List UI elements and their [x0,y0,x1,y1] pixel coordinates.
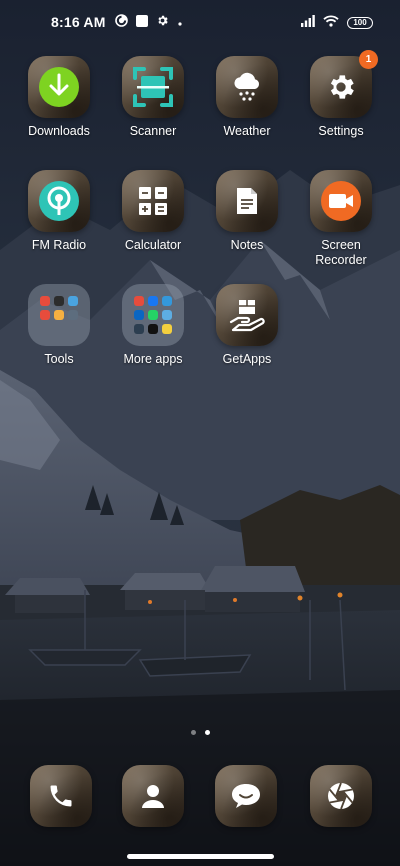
status-bar: 8:16 AM 100 [0,0,400,44]
app-label: Weather [223,124,271,138]
mini-app-icon [148,324,158,334]
radio-icon [37,179,81,223]
app-label: Settings [318,124,364,138]
page-dot-active[interactable] [204,730,210,735]
mini-app-icon [134,310,144,320]
dot-icon [177,14,183,32]
data-saver-icon [115,14,128,32]
wifi-icon [323,14,339,32]
gear-icon [325,71,357,103]
app-icon-frame [310,170,372,232]
app-label: Calculator [124,238,182,252]
dock-camera[interactable] [310,765,372,827]
page-dot[interactable] [190,730,196,735]
signal-icon [301,14,315,32]
home-indicator[interactable] [127,854,274,859]
app-label: More apps [123,352,183,366]
app-label: GetApps [222,352,272,366]
mini-app-icon [68,310,78,320]
status-right-icons: 100 [301,14,373,32]
mini-app-icon [68,296,78,306]
app-weather[interactable]: Weather [200,56,294,139]
app-calculator[interactable]: Calculator [106,170,200,253]
cloud-snow-icon [231,71,263,103]
app-settings[interactable]: 1 Settings [294,50,388,139]
download-icon [37,65,81,109]
video-camera-icon [319,179,363,223]
mini-app-icon [162,324,172,334]
calculator-icon [138,186,168,216]
app-notes[interactable]: Notes [200,170,294,253]
mini-app-icon [40,296,50,306]
app-icon-frame [216,284,278,346]
app-icon-frame [122,170,184,232]
mini-app-icon [54,310,64,320]
camera-aperture-icon [326,781,356,811]
app-label: Screen Recorder [315,238,367,267]
contacts-icon [139,782,167,810]
phone-icon [47,782,75,810]
mini-app-icon [40,310,50,320]
battery-icon: 100 [347,17,373,29]
chat-bubble-icon [230,782,262,810]
app-icon-frame [310,765,372,827]
status-left-icons [115,14,183,32]
page-indicator [0,730,400,735]
notification-badge: 1 [359,50,378,69]
mini-app-icon [162,310,172,320]
app-icon-frame [28,56,90,118]
status-time: 8:16 AM [51,14,106,30]
app-label: Tools [44,352,74,366]
app-icon-frame: 1 [310,50,378,118]
app-icon-frame [216,56,278,118]
app-icon-frame [30,765,92,827]
dock-phone[interactable] [30,765,92,827]
mini-app-icon [148,310,158,320]
mini-app-icon [54,296,64,306]
mini-app-icon [134,324,144,334]
mini-app-icon [134,296,144,306]
dock-messages[interactable] [215,765,277,827]
app-label: Notes [230,238,264,252]
app-screen-recorder[interactable]: Screen Recorder [294,170,388,268]
app-label: Downloads [28,124,90,138]
app-icon-frame [122,56,184,118]
app-icon-frame [215,765,277,827]
dock-contacts[interactable] [122,765,184,827]
mini-app-icon [148,296,158,306]
app-fm-radio[interactable]: FM Radio [12,170,106,253]
app-scanner[interactable]: Scanner [106,56,200,139]
folder-tools[interactable]: Tools [12,284,106,367]
scanner-icon [132,66,174,108]
app-downloads[interactable]: Downloads [12,56,106,139]
app-label: Scanner [129,124,177,138]
app-icon-frame [122,765,184,827]
app-icon-frame [28,170,90,232]
folder-more-apps[interactable]: More apps [106,284,200,367]
mini-app-icon [162,296,172,306]
box-hand-icon [229,298,265,332]
square-notification-icon [136,14,148,32]
note-icon [235,187,259,215]
folder-icon [28,284,90,346]
folder-icon [122,284,184,346]
app-icon-frame [216,170,278,232]
app-label: FM Radio [31,238,87,252]
gear-icon [156,14,169,32]
app-getapps[interactable]: GetApps [200,284,294,367]
